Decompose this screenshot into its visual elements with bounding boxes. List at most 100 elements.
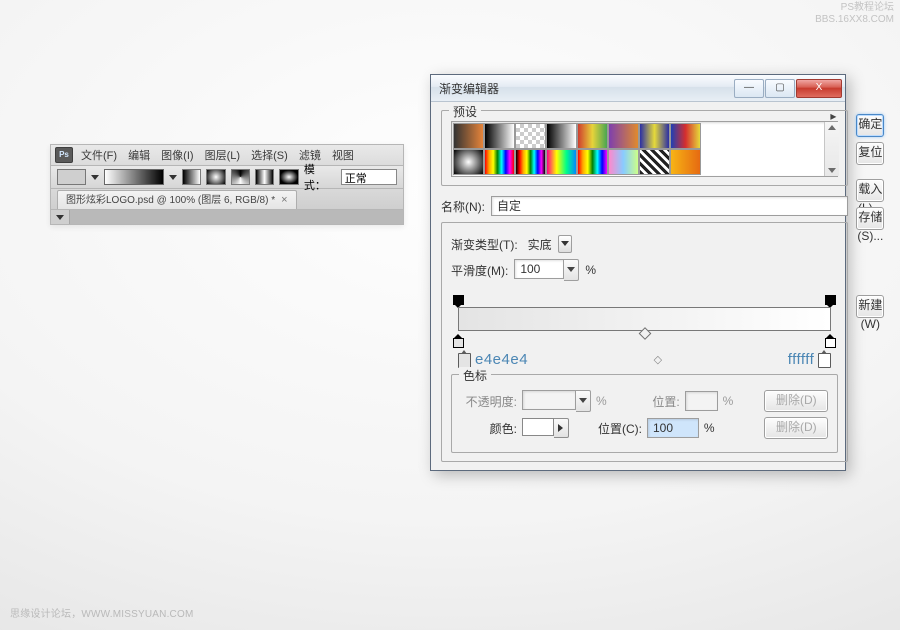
presets-scrollbar[interactable] — [824, 122, 839, 176]
preset-swatch[interactable] — [484, 123, 515, 149]
color-swatch-picker[interactable] — [522, 418, 569, 438]
watermark-top-right: PS教程论坛 BBS.16XX8.COM — [815, 2, 894, 25]
opacity-input — [522, 390, 591, 412]
watermark-bottom-left: 思缘设计论坛，WWW.MISSYUAN.COM — [10, 605, 193, 620]
preset-swatch[interactable] — [608, 149, 639, 175]
toolbox-sliver — [51, 210, 70, 224]
right-hex: ffffff — [788, 351, 815, 368]
name-label: 名称(N): — [441, 198, 485, 215]
gradient-bar-editor[interactable] — [451, 295, 838, 347]
color-position-input[interactable]: 100 — [647, 418, 699, 438]
percent-sign: % — [596, 394, 607, 408]
name-input[interactable]: 自定 — [491, 196, 848, 216]
presets-group: 预设 ▸ — [441, 110, 848, 186]
maximize-button[interactable]: ▢ — [765, 79, 795, 98]
color-label: 颜色: — [461, 420, 517, 437]
gradient-type-label: 渐变类型(T): — [451, 236, 518, 253]
reset-button[interactable]: 复位 — [856, 142, 884, 165]
linear-gradient-icon[interactable] — [182, 169, 201, 185]
options-bar: 模式： 正常 — [50, 166, 404, 189]
chevron-down-icon[interactable] — [91, 175, 99, 180]
smoothness-input[interactable]: 100 — [514, 259, 579, 281]
position-label: 位置: — [624, 393, 680, 410]
mode-select[interactable]: 正常 — [341, 169, 397, 185]
gradient-type-select[interactable]: 实底 — [524, 235, 572, 253]
gradient-editor-dialog: 渐变编辑器 — ▢ X 预设 ▸ — [430, 74, 846, 471]
color-chip[interactable] — [522, 418, 554, 436]
stop-pin-icon — [458, 353, 471, 368]
chevron-down-icon — [56, 215, 64, 220]
mode-label: 模式： — [304, 161, 336, 193]
opacity-label: 不透明度: — [461, 393, 517, 410]
preset-swatch[interactable] — [546, 149, 577, 175]
document-title: 图形炫彩LOGO.psd @ 100% (图层 6, RGB/8) * — [66, 192, 275, 209]
preset-swatch[interactable] — [639, 149, 670, 175]
preset-swatch[interactable] — [608, 123, 639, 149]
percent-sign: % — [723, 394, 734, 408]
delete-opacity-stop-button: 删除(D) — [764, 390, 828, 412]
preset-swatch[interactable] — [670, 123, 701, 149]
chevron-down-icon[interactable] — [169, 175, 177, 180]
opacity-stop-right[interactable] — [825, 295, 836, 306]
close-tab-icon[interactable]: × — [281, 192, 287, 209]
gradient-settings-group: 渐变类型(T): 实底 平滑度(M): 100 % — [441, 222, 848, 462]
preset-swatch[interactable] — [577, 149, 608, 175]
tool-preset-thumb[interactable] — [57, 169, 86, 185]
gradient-preview[interactable] — [104, 169, 164, 185]
position-input — [685, 391, 718, 411]
close-button[interactable]: X — [796, 79, 842, 98]
photoshop-menubar-snippet: Ps 文件(F) 编辑 图像(I) 图层(L) 选择(S) 滤镜 视图 模式： … — [50, 144, 404, 225]
stops-label: 色标 — [459, 367, 491, 384]
document-tab[interactable]: 图形炫彩LOGO.psd @ 100% (图层 6, RGB/8) * × — [57, 190, 297, 209]
preset-swatch[interactable] — [453, 123, 484, 149]
menu-file[interactable]: 文件(F) — [81, 150, 117, 162]
presets-label: 预设 — [449, 103, 481, 120]
color-stop-right[interactable] — [825, 334, 836, 347]
preset-swatch[interactable] — [577, 123, 608, 149]
new-button[interactable]: 新建(W) — [856, 295, 884, 318]
color-stop-left[interactable] — [453, 334, 464, 347]
load-button[interactable]: 载入(L)... — [856, 179, 884, 202]
name-row: 名称(N): 自定 — [441, 196, 848, 216]
menu-edit[interactable]: 编辑 — [128, 150, 150, 162]
preset-swatch[interactable] — [670, 149, 701, 175]
reflected-gradient-icon[interactable] — [255, 169, 274, 185]
menu-select[interactable]: 选择(S) — [251, 150, 288, 162]
document-tabs: 图形炫彩LOGO.psd @ 100% (图层 6, RGB/8) * × — [50, 189, 404, 210]
position-label: 位置(C): — [586, 420, 642, 437]
menu-image[interactable]: 图像(I) — [161, 150, 193, 162]
workspace-strip — [50, 210, 404, 225]
preset-swatch[interactable] — [515, 149, 546, 175]
preset-swatch[interactable] — [484, 149, 515, 175]
percent-sign: % — [585, 263, 596, 277]
ok-button[interactable]: 确定 — [856, 114, 884, 137]
preset-swatch[interactable] — [546, 123, 577, 149]
dialog-action-column: 确定 复位 载入(L)... 存储(S)... 新建(W) — [856, 110, 884, 462]
percent-sign: % — [704, 421, 715, 435]
menubar: Ps 文件(F) 编辑 图像(I) 图层(L) 选择(S) 滤镜 视图 — [50, 144, 404, 166]
menu-layer[interactable]: 图层(L) — [205, 150, 240, 162]
chevron-down-icon — [576, 390, 591, 412]
titlebar[interactable]: 渐变编辑器 — ▢ X — [431, 75, 845, 102]
preset-swatch[interactable] — [453, 149, 484, 175]
diamond-gradient-icon[interactable] — [279, 169, 298, 185]
preset-swatch[interactable] — [515, 123, 546, 149]
smoothness-label: 平滑度(M): — [451, 262, 508, 279]
ps-logo-icon: Ps — [55, 147, 73, 163]
chevron-down-icon[interactable] — [564, 259, 579, 281]
stops-group: 色标 不透明度: % 位置: % 删除(D) 颜色: 位置(C — [451, 374, 838, 453]
opacity-stop-left[interactable] — [453, 295, 464, 306]
stop-hex-labels: e4e4e4 ◇ ffffff — [454, 351, 835, 368]
preset-grid — [451, 121, 838, 177]
angle-gradient-icon[interactable] — [231, 169, 250, 185]
chevron-down-icon — [558, 235, 572, 253]
chevron-right-icon[interactable] — [554, 418, 569, 438]
radial-gradient-icon[interactable] — [206, 169, 225, 185]
presets-flyout-icon[interactable]: ▸ — [826, 109, 840, 121]
delete-color-stop-button: 删除(D) — [764, 417, 828, 439]
left-hex: e4e4e4 — [475, 351, 528, 368]
minimize-button[interactable]: — — [734, 79, 764, 98]
save-button[interactable]: 存储(S)... — [856, 207, 884, 230]
stop-pin-icon — [818, 353, 831, 368]
preset-swatch[interactable] — [639, 123, 670, 149]
